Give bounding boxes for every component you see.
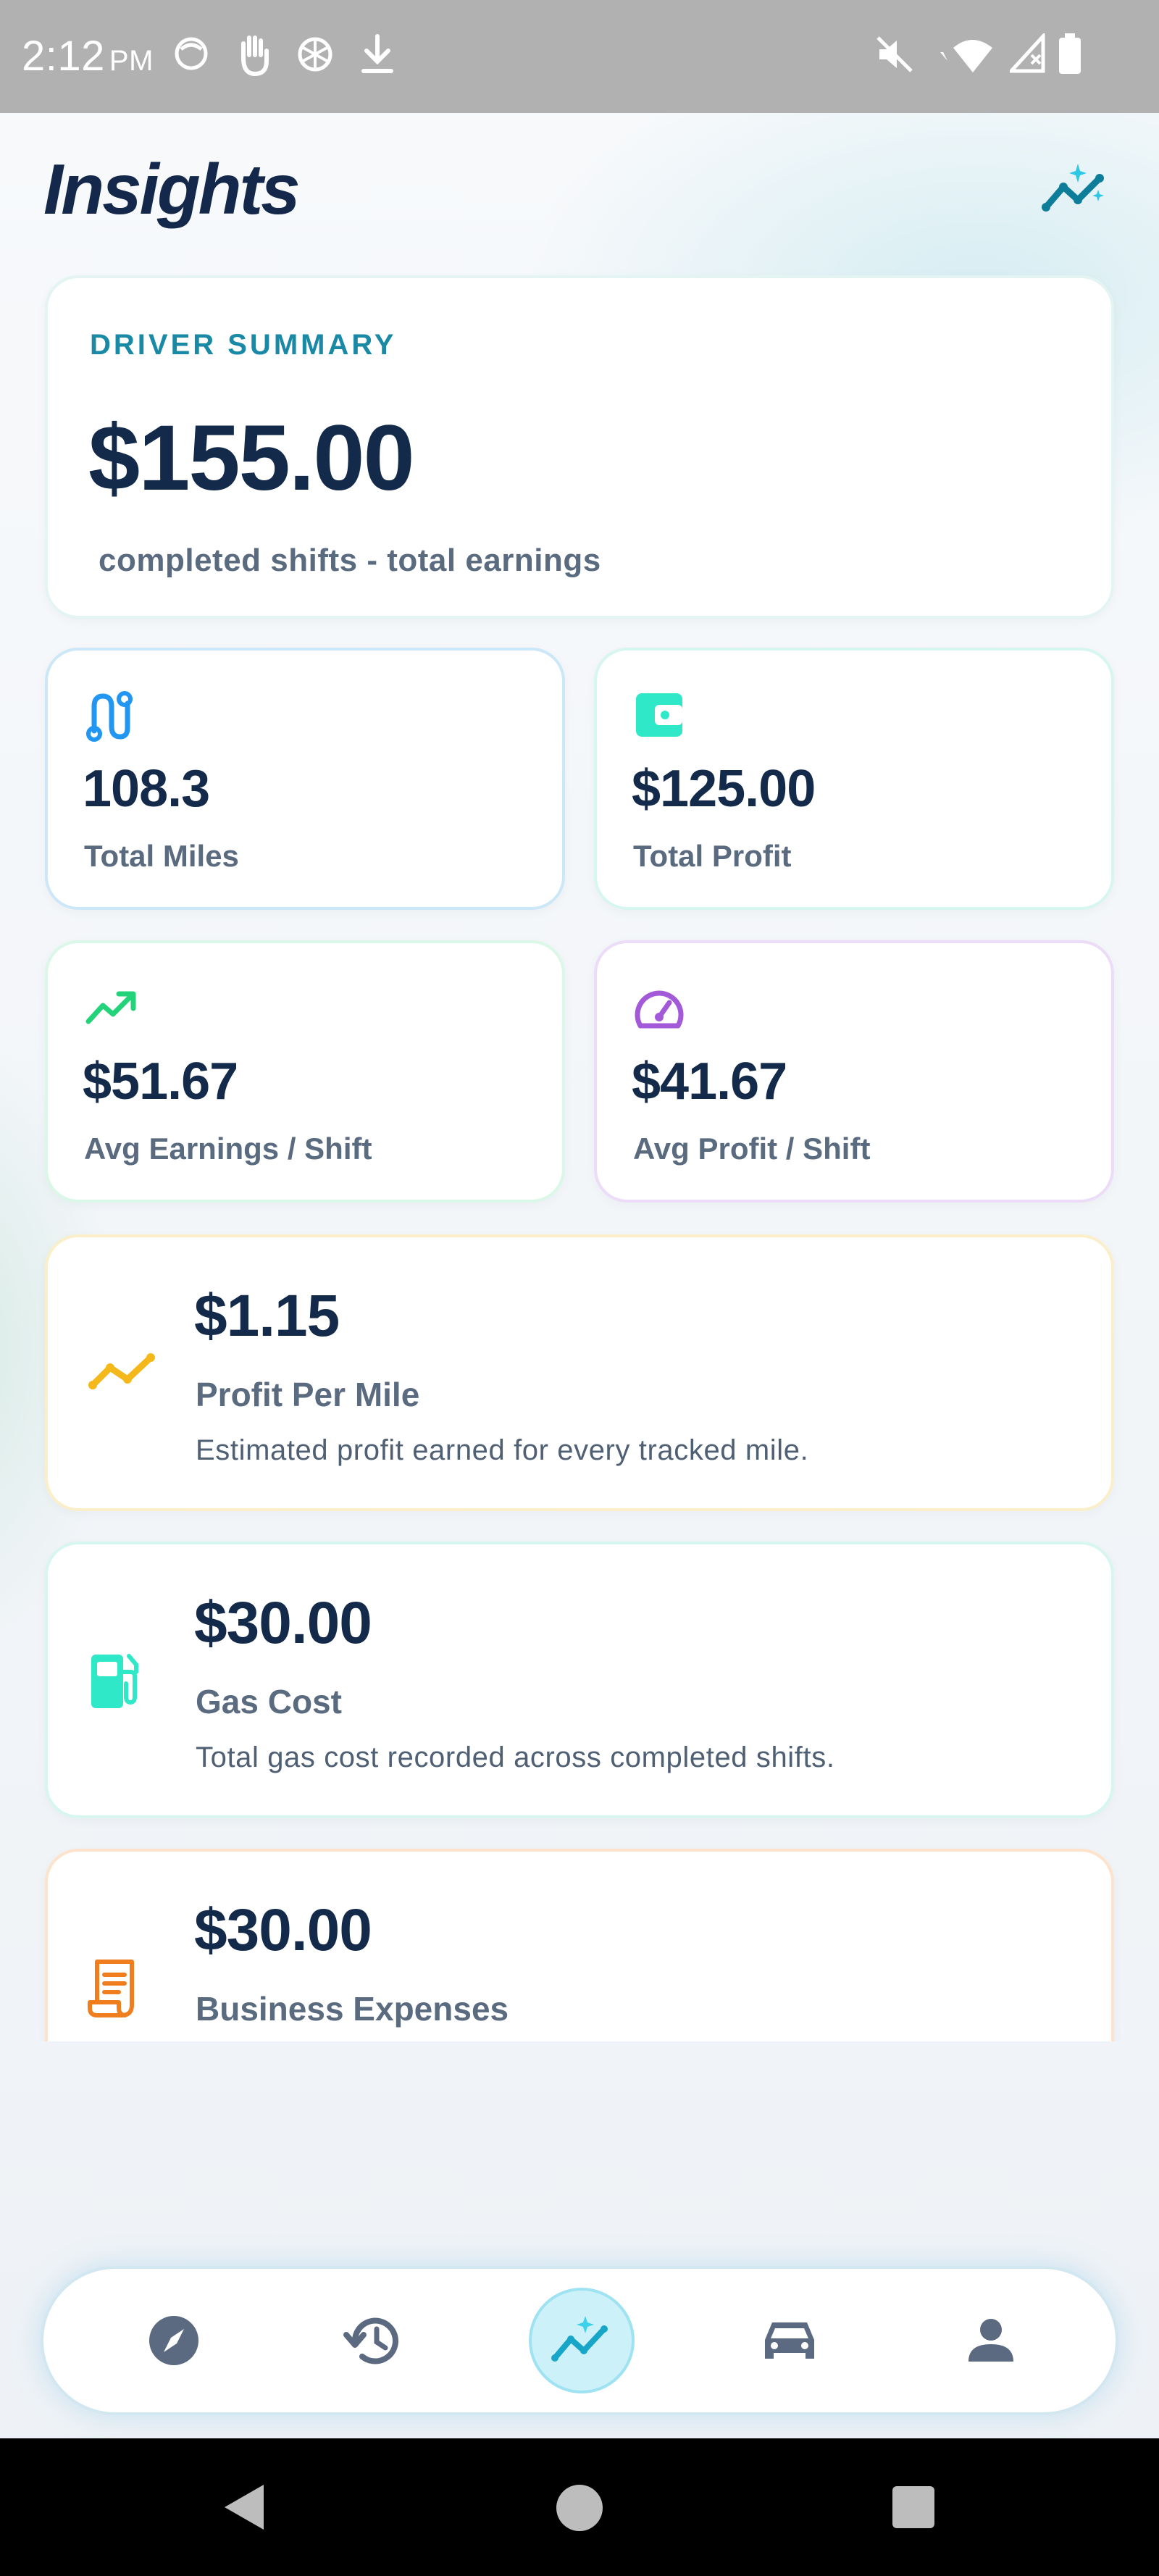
summary-total-earnings: $155.00	[88, 406, 415, 510]
metric-value: $1.15	[194, 1283, 340, 1349]
driver-summary-card: DRIVER SUMMARY $155.00 completed shifts …	[45, 275, 1114, 619]
stat-value: 108.3	[83, 760, 210, 818]
mute-icon	[876, 36, 913, 72]
app-notification-icon	[175, 37, 208, 70]
stat-label: Avg Earnings / Shift	[84, 1132, 372, 1166]
stat-label: Total Miles	[84, 839, 239, 873]
metric-label: Gas Cost	[196, 1683, 342, 1720]
back-icon[interactable]	[219, 2480, 268, 2534]
summary-subtitle: completed shifts - total earnings	[99, 543, 601, 578]
stat-card-total-profit: $125.00 Total Profit	[594, 648, 1114, 910]
route-icon	[86, 691, 133, 742]
metric-card-business-expenses: $30.00 Business Expenses	[45, 1849, 1114, 2041]
metric-card-profit-per-mile: $1.15 Profit Per Mile Estimated profit e…	[45, 1234, 1114, 1511]
insights-scroll-area[interactable]: DRIVER SUMMARY $155.00 completed shifts …	[0, 268, 1159, 2041]
metric-value: $30.00	[194, 1590, 372, 1656]
nav-explore[interactable]	[109, 2269, 239, 2412]
history-icon	[343, 2317, 398, 2364]
page-title: Insights	[43, 149, 301, 229]
recents-icon[interactable]	[891, 2485, 936, 2530]
metric-label: Profit Per Mile	[196, 1376, 420, 1413]
nav-history[interactable]	[309, 2269, 439, 2412]
receipt-icon	[88, 1960, 134, 2017]
nav-profile[interactable]	[926, 2269, 1056, 2412]
line-chart-icon	[88, 1353, 155, 1389]
speedometer-icon	[635, 990, 684, 1029]
hand-icon	[241, 35, 269, 77]
compass-icon	[149, 2316, 198, 2365]
system-nav-bar	[0, 2438, 1159, 2576]
insights-icon	[551, 2316, 608, 2362]
status-bar: 2:12 PM	[0, 0, 1159, 113]
stat-card-total-miles: 108.3 Total Miles	[45, 648, 565, 910]
home-icon[interactable]	[555, 2483, 604, 2533]
metric-description: Estimated profit earned for every tracke…	[196, 1434, 809, 1466]
stat-label: Total Profit	[633, 839, 792, 873]
metric-value: $30.00	[194, 1897, 372, 1963]
openai-icon	[298, 37, 332, 72]
download-icon	[361, 34, 393, 73]
stat-value: $125.00	[632, 760, 816, 818]
summary-label: DRIVER SUMMARY	[90, 329, 397, 361]
stat-label: Avg Profit / Shift	[633, 1132, 871, 1166]
signal-icon	[1010, 33, 1045, 73]
stat-card-avg-profit: $41.67 Avg Profit / Shift	[594, 940, 1114, 1203]
profile-icon	[968, 2319, 1013, 2362]
wallet-icon	[636, 693, 682, 737]
car-icon	[765, 2322, 814, 2359]
gas-pump-icon	[91, 1654, 138, 1708]
trending-up-icon	[85, 991, 136, 1024]
metric-label: Business Expenses	[196, 1990, 509, 2028]
stat-card-avg-earnings: $51.67 Avg Earnings / Shift	[45, 940, 565, 1203]
wifi-icon	[940, 40, 992, 72]
nav-vehicles[interactable]	[724, 2269, 855, 2412]
stat-value: $41.67	[632, 1053, 787, 1111]
sparkle-chart-icon[interactable]	[1040, 161, 1110, 219]
bottom-nav	[41, 2266, 1118, 2415]
status-time: 2:12 PM	[22, 33, 154, 80]
battery-icon	[1059, 33, 1081, 74]
nav-insights[interactable]	[516, 2269, 646, 2412]
metric-card-gas-cost: $30.00 Gas Cost Total gas cost recorded …	[45, 1542, 1114, 1818]
stat-value: $51.67	[83, 1053, 238, 1111]
metric-description: Total gas cost recorded across completed…	[196, 1741, 835, 1773]
